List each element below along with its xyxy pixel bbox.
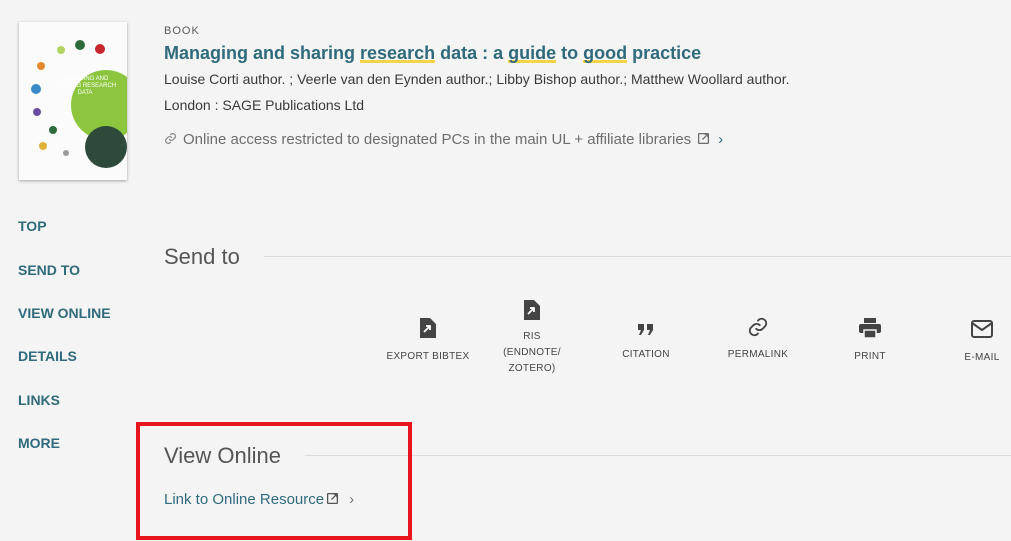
record-format: BOOK	[164, 25, 200, 37]
envelope-icon	[937, 320, 1011, 343]
title-part: Managing and sharing	[164, 43, 361, 63]
cover-dark-disc	[85, 126, 127, 168]
link-icon	[164, 132, 177, 148]
nav-item-top[interactable]: TOP	[18, 218, 47, 234]
title-highlight: research	[360, 43, 436, 63]
printer-icon	[825, 318, 915, 343]
record-page: Managing and Sharing Research Data BOOK …	[0, 0, 1011, 541]
nav-item-more[interactable]: MORE	[18, 435, 60, 451]
cover-title: Managing and Sharing Research Data	[53, 76, 117, 96]
citation-label: CITATION	[622, 349, 670, 360]
link-icon	[713, 316, 803, 343]
external-link-icon	[697, 132, 710, 148]
quote-icon	[601, 322, 691, 341]
title-part: data : a	[435, 43, 509, 63]
export-ris-label: RIS (ENDNOTE/ ZOTERO)	[503, 331, 561, 374]
record-title[interactable]: Managing and sharing research data : a g…	[164, 43, 701, 64]
nav-item-details[interactable]: DETAILS	[18, 348, 77, 364]
nav-item-send-to[interactable]: SEND TO	[18, 262, 80, 278]
print-button[interactable]: PRINT	[825, 318, 915, 365]
file-export-icon	[383, 318, 473, 343]
email-button[interactable]: E-MAIL	[937, 320, 1011, 366]
send-to-divider	[264, 256, 1011, 257]
book-cover-thumbnail[interactable]: Managing and Sharing Research Data	[19, 22, 127, 180]
export-bibtex-button[interactable]: EXPORT BIBTEX	[383, 318, 473, 365]
print-label: PRINT	[854, 351, 886, 362]
file-export-icon	[486, 300, 578, 325]
chevron-right-icon: ›	[718, 131, 724, 148]
cover-dot	[57, 46, 65, 54]
permalink-label: PERMALINK	[727, 349, 789, 360]
nav-item-view-online[interactable]: VIEW ONLINE	[18, 305, 111, 321]
availability-line[interactable]: Online access restricted to designated P…	[164, 131, 723, 148]
cover-dot	[95, 44, 105, 54]
send-to-heading: Send to	[164, 244, 240, 269]
cover-dot	[33, 108, 41, 116]
record-authors: Louise Corti author. ; Veerle van den Ey…	[164, 71, 790, 87]
nav-item-links[interactable]: LINKS	[18, 392, 60, 408]
permalink-button[interactable]: PERMALINK	[713, 316, 803, 363]
cover-dot	[37, 62, 45, 70]
title-part: practice	[627, 43, 702, 63]
title-highlight: good	[583, 43, 628, 63]
record-publisher: London : SAGE Publications Ltd	[164, 97, 365, 113]
title-part: to	[556, 43, 584, 63]
cover-dot	[39, 142, 47, 150]
cover-dot	[75, 40, 85, 50]
title-highlight: guide	[508, 43, 557, 63]
annotation-highlight-box	[136, 422, 412, 540]
cover-dot	[63, 150, 69, 156]
citation-button[interactable]: CITATION	[601, 322, 691, 363]
cover-dot	[31, 84, 41, 94]
export-ris-button[interactable]: RIS (ENDNOTE/ ZOTERO)	[486, 300, 578, 377]
export-bibtex-label: EXPORT BIBTEX	[386, 351, 470, 362]
email-label: E-MAIL	[964, 352, 1000, 363]
availability-text: Online access restricted to designated P…	[183, 131, 692, 148]
cover-dot	[49, 126, 57, 134]
